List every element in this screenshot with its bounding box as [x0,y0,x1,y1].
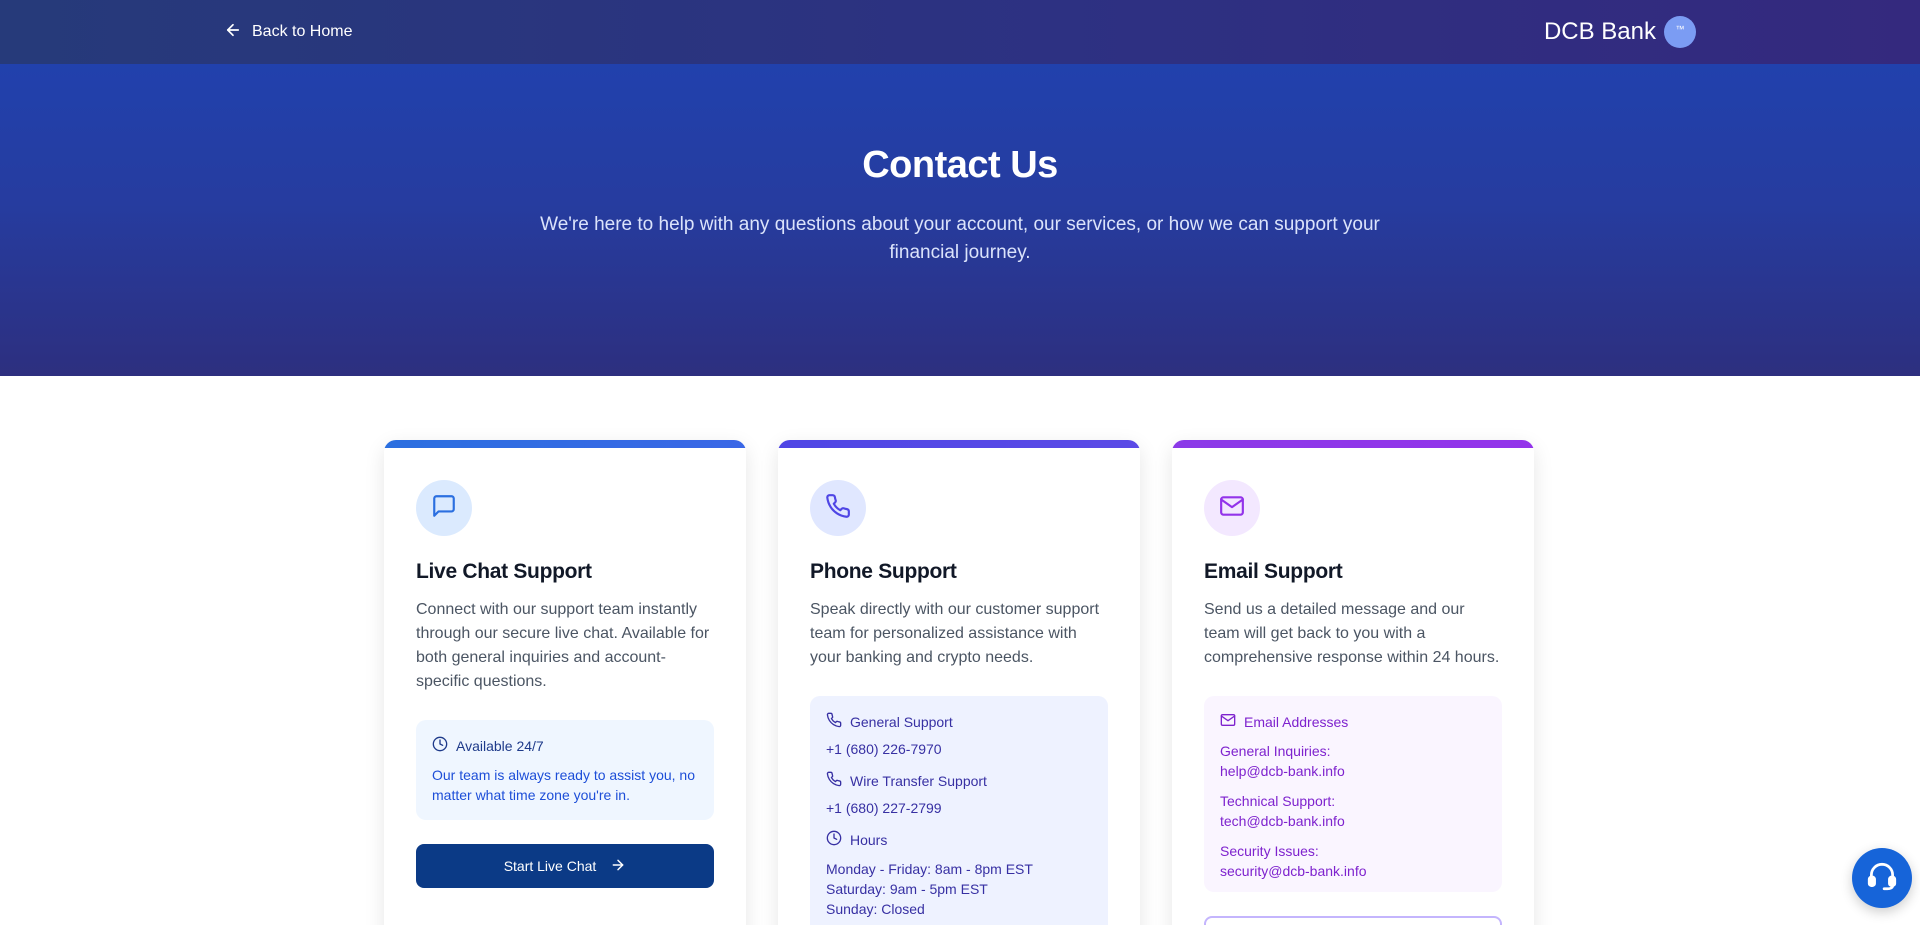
brand-badge: ™ [1664,16,1696,48]
phone-support-title: Phone Support [810,560,957,583]
general-support-number[interactable]: +1 (680) 226-7970 [826,741,1092,757]
start-live-chat-button[interactable]: Start Live Chat [416,844,714,888]
phone-icon [825,493,851,524]
contact-cards: Live Chat Support Connect with our suppo… [384,440,1536,925]
availability-text: Our team is always ready to assist you, … [432,767,695,803]
wire-transfer-number[interactable]: +1 (680) 227-2799 [826,800,1092,816]
email-action-button[interactable] [1204,916,1502,925]
top-navigation-bar: Back to Home DCB Bank ™ [0,0,1920,64]
hours-sunday: Sunday: Closed [826,901,925,917]
email-addresses-box: Email Addresses General Inquiries: help@… [1204,696,1502,892]
card-accent-stripe [384,440,746,448]
phone-icon-circle [810,480,866,536]
chat-icon-circle [416,480,472,536]
arrow-right-icon [610,857,626,876]
technical-support-address[interactable]: tech@dcb-bank.info [1220,811,1486,831]
hours-label: Hours [850,831,888,848]
phone-support-card: Phone Support Speak directly with our cu… [778,440,1140,925]
general-support-label: General Support [850,713,953,730]
phone-numbers-box: General Support +1 (680) 226-7970 Wire T… [810,696,1108,925]
hours-weekday: Monday - Friday: 8am - 8pm EST [826,861,1033,877]
live-chat-launcher[interactable] [1852,848,1912,908]
email-addresses-row: Email Addresses [1220,712,1486,731]
general-support-row: General Support [826,712,1092,731]
live-chat-card: Live Chat Support Connect with our suppo… [384,440,746,925]
brand-logo[interactable]: DCB Bank ™ [1544,16,1696,48]
security-issues-entry: Security Issues: security@dcb-bank.info [1220,841,1486,881]
headset-chat-icon [1865,859,1899,898]
wire-transfer-row: Wire Transfer Support [826,771,1092,790]
general-inquiries-entry: General Inquiries: help@dcb-bank.info [1220,741,1486,781]
hours-saturday: Saturday: 9am - 5pm EST [826,881,988,897]
technical-support-entry: Technical Support: tech@dcb-bank.info [1220,791,1486,831]
card-accent-stripe [1172,440,1534,448]
mail-icon [1220,712,1236,731]
phone-support-description: Speak directly with our customer support… [810,601,1100,666]
mail-icon [1219,493,1245,524]
live-chat-title: Live Chat Support [416,560,592,583]
clock-icon [826,830,842,849]
phone-icon [826,712,842,731]
hours-list: Monday - Friday: 8am - 8pm EST Saturday:… [826,859,1092,919]
availability-label: Available 24/7 [456,737,544,754]
security-issues-label: Security Issues: [1220,843,1319,859]
page-subtitle: We're here to help with any questions ab… [540,214,1380,263]
availability-row: Available 24/7 [432,736,698,755]
back-to-home-label: Back to Home [252,23,353,40]
availability-box: Available 24/7 Our team is always ready … [416,720,714,820]
message-square-icon [431,493,457,524]
live-chat-description: Connect with our support team instantly … [416,601,710,690]
start-live-chat-label: Start Live Chat [503,858,597,874]
email-icon-circle [1204,480,1260,536]
arrow-left-icon [224,21,242,44]
technical-support-label: Technical Support: [1220,793,1336,809]
general-inquiries-address[interactable]: help@dcb-bank.info [1220,761,1486,781]
hero-section: Contact Us We're here to help with any q… [0,64,1920,376]
email-addresses-label: Email Addresses [1244,713,1349,730]
brand-name: DCB Bank [1543,18,1656,45]
security-issues-address[interactable]: security@dcb-bank.info [1220,861,1486,881]
page-title: Contact Us [862,144,1058,186]
email-support-title: Email Support [1204,560,1343,583]
back-to-home-link[interactable]: Back to Home [224,21,352,44]
email-support-description: Send us a detailed message and our team … [1204,601,1500,666]
email-support-card: Email Support Send us a detailed message… [1172,440,1534,925]
clock-icon [432,736,448,755]
card-accent-stripe [778,440,1140,448]
hours-row: Hours [826,830,1092,849]
phone-icon [826,771,842,790]
general-inquiries-label: General Inquiries: [1220,743,1331,759]
wire-transfer-label: Wire Transfer Support [850,772,987,789]
